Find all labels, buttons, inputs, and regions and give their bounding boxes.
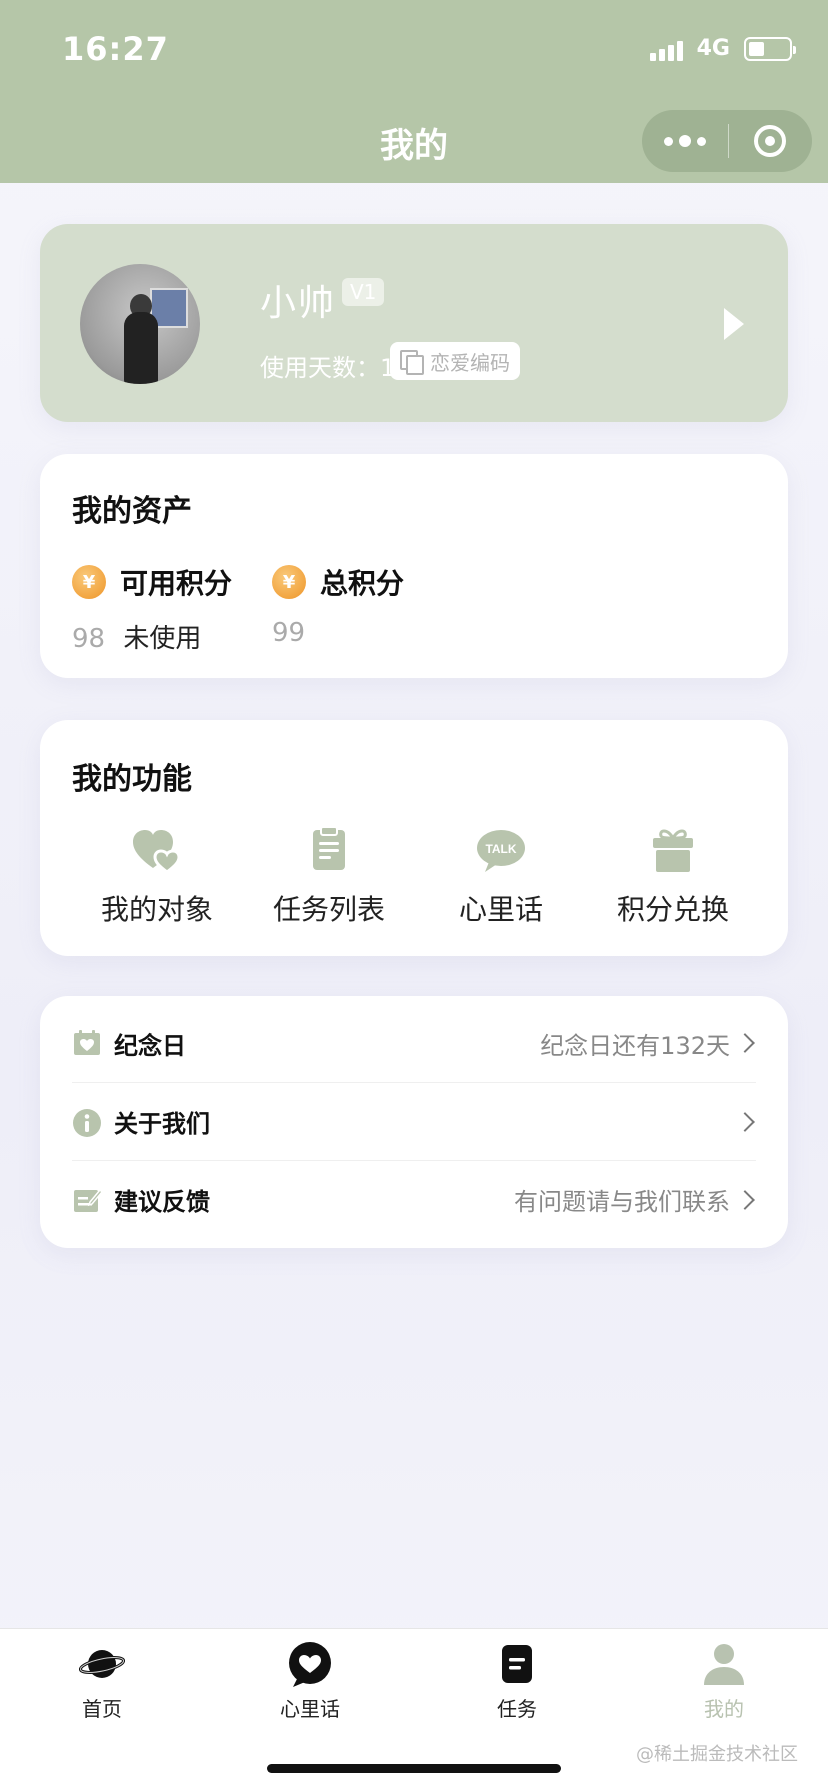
function-label: 积分兑换 — [616, 893, 729, 926]
menu-detail: 有问题请与我们联系 — [514, 1188, 730, 1216]
function-label: 我的对象 — [100, 893, 213, 926]
play-arrow-icon[interactable] — [724, 308, 744, 340]
coin-icon: ¥ — [72, 565, 106, 599]
level-badge: V1 — [342, 278, 385, 306]
assets-title: 我的资产 — [72, 494, 192, 529]
talk-bubble-icon: TALK — [475, 824, 527, 876]
function-points-exchange[interactable]: 积分兑换 — [598, 824, 748, 928]
total-points-label: 总积分 — [320, 567, 405, 600]
menu-feedback[interactable]: 建议反馈 有问题请与我们联系 — [72, 1160, 756, 1238]
calendar-heart-icon — [72, 1029, 102, 1057]
tab-mine[interactable]: 我的 — [664, 1641, 784, 1722]
menu-label: 建议反馈 — [114, 1188, 210, 1216]
available-points-value: 98 — [72, 624, 106, 654]
status-time: 16:27 — [62, 30, 169, 68]
available-points-label: 可用积分 — [120, 567, 233, 600]
tab-label: 首页 — [82, 1697, 122, 1721]
menu-label: 纪念日 — [114, 1031, 186, 1060]
tab-heart-talk[interactable]: 心里话 — [250, 1641, 370, 1722]
functions-title: 我的功能 — [72, 762, 192, 797]
nickname: 小帅 — [260, 283, 337, 324]
profile-card[interactable]: 小帅 V1 使用天数：1天 恋爱编码 — [40, 224, 788, 422]
header: 16:27 4G 我的 — [0, 0, 828, 183]
total-points[interactable]: ¥ 总积分 99 — [272, 562, 404, 648]
function-task-list[interactable]: 任务列表 — [254, 824, 404, 928]
menu-card: 纪念日 纪念日还有132天 关于我们 建议反馈 有问题请与我们联系 — [40, 996, 788, 1248]
available-points[interactable]: ¥ 可用积分 98 未使用 — [72, 562, 232, 655]
avatar[interactable] — [80, 264, 200, 384]
more-icon[interactable] — [642, 110, 728, 172]
talk-text: TALK — [485, 842, 516, 856]
user-icon — [701, 1641, 747, 1687]
clipboard-icon — [303, 824, 355, 876]
task-icon — [494, 1641, 540, 1687]
hearts-icon — [131, 824, 183, 876]
function-label: 任务列表 — [272, 893, 385, 926]
tab-label: 心里话 — [280, 1697, 340, 1721]
tab-tasks[interactable]: 任务 — [457, 1641, 577, 1722]
miniprogram-capsule — [642, 110, 812, 172]
gift-icon — [647, 824, 699, 876]
menu-about-us[interactable]: 关于我们 — [72, 1082, 756, 1160]
planet-icon — [78, 1641, 126, 1687]
function-my-partner[interactable]: 我的对象 — [82, 824, 232, 928]
coin-icon: ¥ — [272, 565, 306, 599]
status-indicators: 4G — [649, 36, 796, 61]
tab-label: 任务 — [497, 1697, 537, 1721]
copy-icon — [400, 350, 424, 375]
watermark: @稀土掘金技术社区 — [636, 1744, 798, 1765]
menu-label: 关于我们 — [114, 1110, 210, 1138]
info-icon — [72, 1108, 102, 1137]
menu-anniversary[interactable]: 纪念日 纪念日还有132天 — [72, 1004, 756, 1082]
love-code-button[interactable]: 恋爱编码 — [390, 342, 520, 380]
network-type: 4G — [696, 36, 730, 61]
battery-icon — [744, 36, 796, 61]
tab-home[interactable]: 首页 — [42, 1641, 162, 1722]
close-target-icon[interactable] — [729, 110, 813, 172]
chevron-right-icon — [735, 1033, 755, 1053]
love-code-label: 恋爱编码 — [430, 350, 510, 375]
tab-label: 我的 — [704, 1697, 744, 1721]
total-points-value: 99 — [272, 618, 306, 648]
chevron-right-icon — [735, 1111, 755, 1132]
available-points-unit: 未使用 — [123, 624, 202, 654]
chevron-right-icon — [735, 1189, 755, 1210]
functions-card: 我的功能 我的对象 任务列表 TALK 心里话 积分兑换 — [40, 720, 788, 956]
menu-detail: 纪念日还有132天 — [540, 1031, 730, 1060]
heart-bubble-icon — [287, 1641, 333, 1687]
home-indicator — [267, 1764, 561, 1773]
function-label: 心里话 — [458, 893, 543, 926]
assets-card: 我的资产 ¥ 可用积分 98 未使用 ¥ 总积分 99 — [40, 454, 788, 678]
feedback-icon — [72, 1186, 104, 1214]
function-heart-talk[interactable]: TALK 心里话 — [426, 824, 576, 928]
signal-icon — [649, 37, 683, 61]
